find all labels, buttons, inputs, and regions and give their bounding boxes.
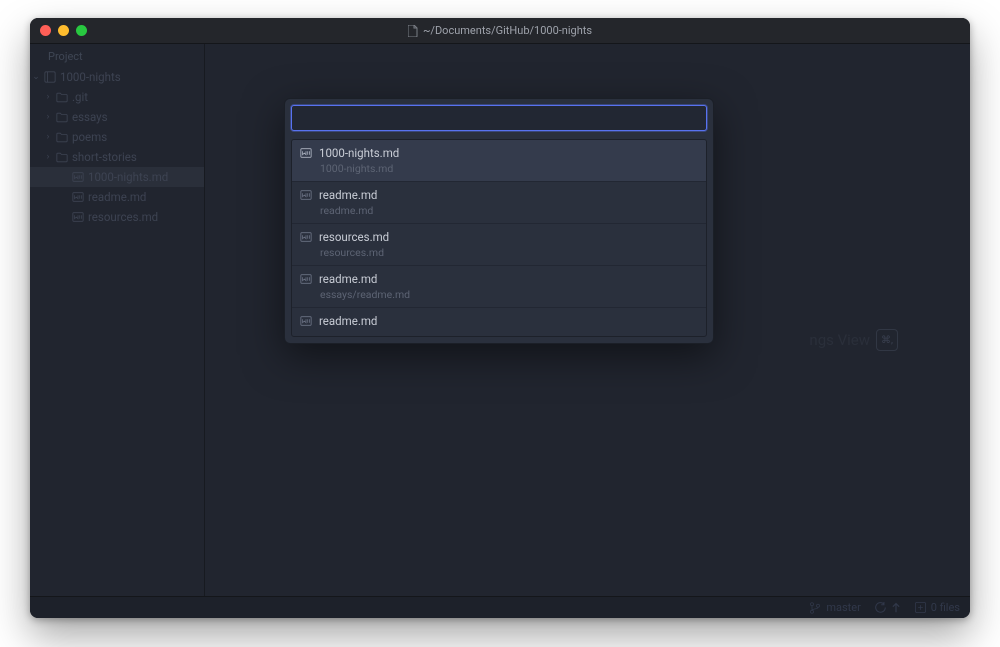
tree-item-label: essays [72,110,108,124]
repo-icon [44,71,56,83]
fuzzy-finder-result[interactable]: readme.md [292,308,706,336]
fuzzy-finder-result[interactable]: readme.md readme.md [292,182,706,224]
zoom-window-button[interactable] [76,25,87,36]
result-filename: readme.md [319,188,377,202]
tree-file[interactable]: 1000-nights.md [30,167,204,187]
minimize-window-button[interactable] [58,25,69,36]
titlebar: ~/Documents/GitHub/1000-nights [30,18,970,44]
window-title: ~/Documents/GitHub/1000-nights [30,24,970,37]
git-sync-controls[interactable] [875,602,901,613]
fuzzy-finder-input[interactable] [291,105,707,131]
tree-item-label: readme.md [88,190,146,204]
chevron-down-icon: ⌄ [32,72,40,82]
file-text-icon [300,147,312,159]
diff-icon [915,602,926,613]
tree-root-label: 1000-nights [60,70,121,84]
background-hint: ngs View ⌘, [809,329,898,351]
result-path: readme.md [320,204,698,217]
fuzzy-finder-results: 1000-nights.md1000-nights.mdreadme.mdrea… [291,139,707,337]
git-branch-icon [809,602,821,614]
chevron-right-icon: › [44,152,52,162]
fuzzy-finder-result[interactable]: readme.md essays/readme.md [292,266,706,308]
result-filename: readme.md [319,314,377,328]
folder-icon [56,132,68,143]
folder-icon [56,92,68,103]
markdown-file-icon [300,231,312,243]
git-branch-indicator[interactable]: master [809,601,860,614]
markdown-file-icon [72,191,84,203]
close-window-button[interactable] [40,25,51,36]
markdown-file-icon [72,171,84,183]
window-body: Project ⌄ 1000-nights › .git › essays › poems… [30,44,970,596]
markdown-file-icon [300,273,312,285]
result-path: 1000-nights.md [320,162,698,175]
tree-item-label: resources.md [88,210,158,224]
git-files-indicator[interactable]: 0 files [915,601,960,614]
result-filename: readme.md [319,272,377,286]
tree-folder[interactable]: › essays [30,107,204,127]
git-branch-name: master [826,601,860,614]
tree-file[interactable]: resources.md [30,207,204,227]
tree-folder[interactable]: › poems [30,127,204,147]
tree-item-label: short-stories [72,150,137,164]
result-filename: 1000-nights.md [319,146,399,160]
background-hint-text: ngs View [809,331,870,349]
fuzzy-finder-result[interactable]: 1000-nights.md 1000-nights.md [292,140,706,182]
window-title-text: ~/Documents/GitHub/1000-nights [423,24,592,37]
project-sidebar: Project ⌄ 1000-nights › .git › essays › poems… [30,44,205,596]
push-icon [891,602,901,613]
tree-item-label: .git [72,90,88,104]
chevron-right-icon: › [44,112,52,122]
sidebar-header: Project [30,44,204,67]
app-window: ~/Documents/GitHub/1000-nights Project ⌄… [30,18,970,618]
fetch-icon [875,602,886,613]
chevron-right-icon: › [44,132,52,142]
keyboard-shortcut-badge: ⌘, [876,329,898,351]
file-icon [408,25,418,37]
result-path: resources.md [320,246,698,259]
tree-item-label: 1000-nights.md [88,170,168,184]
window-controls [40,25,87,36]
tree-folder[interactable]: › short-stories [30,147,204,167]
fuzzy-finder-modal: 1000-nights.md1000-nights.mdreadme.mdrea… [284,98,714,344]
folder-icon [56,152,68,163]
tree-folder[interactable]: › .git [30,87,204,107]
markdown-file-icon [300,315,312,327]
chevron-right-icon: › [44,92,52,102]
tree-file[interactable]: readme.md [30,187,204,207]
fuzzy-finder-result[interactable]: resources.md resources.md [292,224,706,266]
markdown-file-icon [72,211,84,223]
statusbar: master 0 files [30,596,970,618]
markdown-file-icon [300,189,312,201]
tree-root[interactable]: ⌄ 1000-nights [30,67,204,87]
result-filename: resources.md [319,230,389,244]
tree-item-label: poems [72,130,107,144]
folder-icon [56,112,68,123]
result-path: essays/readme.md [320,288,698,301]
git-files-count: 0 files [931,601,960,614]
